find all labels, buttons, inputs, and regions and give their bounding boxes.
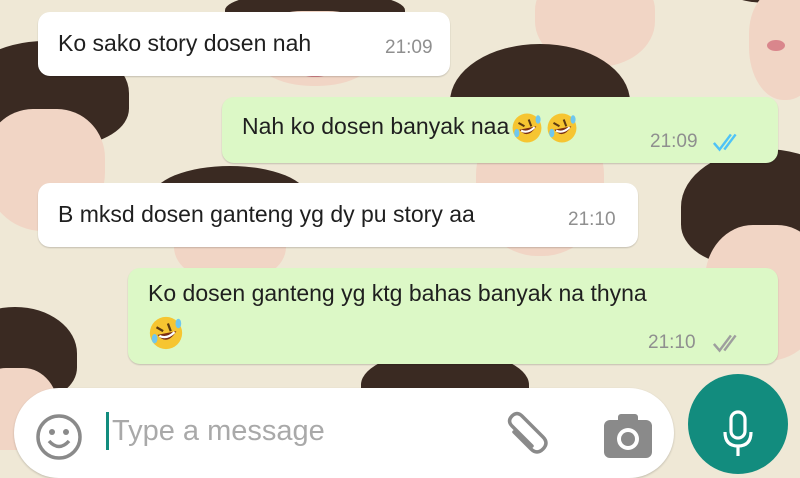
camera-icon[interactable] [602, 412, 654, 460]
incoming-message[interactable]: Ko sako story dosen nah 21:09 [38, 12, 450, 76]
message-text: Nah ko dosen banyak naa [242, 111, 579, 145]
delivered-ticks-icon [712, 334, 737, 353]
message-text: Ko dosen ganteng yg ktg bahas banyak na … [148, 280, 647, 306]
message-text: Ko sako story dosen nah [58, 30, 312, 56]
emoji-icon[interactable] [34, 412, 84, 462]
read-ticks-icon [712, 133, 737, 152]
message-input[interactable]: Type a message [112, 415, 325, 448]
outgoing-message[interactable]: Nah ko dosen banyak naa 21:09 [222, 97, 778, 163]
text-cursor [106, 412, 109, 450]
mic-icon [722, 410, 754, 458]
message-time: 21:09 [385, 37, 433, 58]
voice-record-button[interactable] [688, 374, 788, 474]
message-time: 21:10 [568, 209, 616, 230]
message-text: B mksd dosen ganteng yg dy pu story aa [58, 201, 475, 227]
rolling-laughing-emoji-icon [545, 111, 579, 145]
incoming-message[interactable]: B mksd dosen ganteng yg dy pu story aa 2… [38, 183, 638, 247]
rolling-laughing-emoji-icon [147, 314, 185, 352]
rolling-laughing-emoji-icon [510, 111, 544, 145]
attach-icon[interactable] [500, 410, 550, 460]
message-time: 21:10 [648, 332, 696, 353]
outgoing-message[interactable]: Ko dosen ganteng yg ktg bahas banyak na … [128, 268, 778, 364]
message-time: 21:09 [650, 131, 698, 152]
